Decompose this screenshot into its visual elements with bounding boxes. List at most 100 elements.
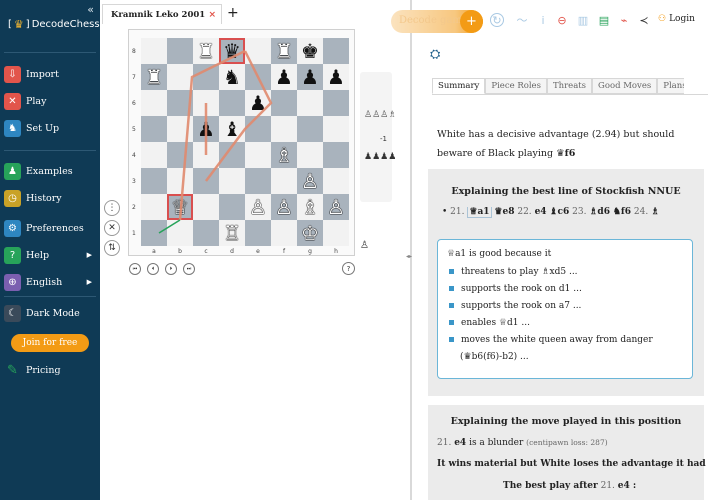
board-square[interactable] [323,220,349,246]
chess-piece[interactable]: ♟ [193,116,219,142]
tab-summary[interactable]: Summary [432,78,486,94]
login-button[interactable]: ⚇ Login [658,14,695,24]
board-square[interactable] [167,116,193,142]
board-square[interactable] [193,90,219,116]
chess-piece[interactable]: ♙ [323,194,349,220]
chess-piece[interactable]: ♙ [297,168,323,194]
move-item[interactable]: e4 [535,207,547,217]
pulse-icon[interactable]: ⌁ [617,13,631,27]
board-square[interactable] [271,220,297,246]
board-square[interactable] [167,142,193,168]
info-icon[interactable]: ⅰ [536,13,550,27]
board-square[interactable] [193,142,219,168]
board-square[interactable] [141,194,167,220]
board-square[interactable] [193,220,219,246]
first-move-button[interactable]: ⏮ [129,263,141,275]
chess-piece[interactable]: ♚ [297,38,323,64]
chess-piece[interactable]: ♜ [271,38,297,64]
board-square[interactable] [167,90,193,116]
chess-piece[interactable]: ♕ [167,194,193,220]
sidebar-item-examples[interactable]: ♟ Examples [4,160,98,182]
refresh-icon[interactable]: ↻ [490,13,504,27]
board-square[interactable] [297,116,323,142]
move-item[interactable]: ♛e8 [494,207,514,217]
sidebar-item-history[interactable]: ◷ History [4,187,98,209]
board-square[interactable] [323,90,349,116]
chess-piece[interactable]: ♝ [219,116,245,142]
flip-board-button[interactable]: ⇅ [104,240,120,256]
board-square[interactable] [245,64,271,90]
best-play-move[interactable]: e4 : [618,481,636,491]
reason-item[interactable]: supports the rook on a7 ... [449,301,581,311]
board-square[interactable] [141,220,167,246]
board-square[interactable] [271,90,297,116]
last-move-button[interactable]: ⏭ [183,263,195,275]
board-square[interactable] [193,168,219,194]
link-icon[interactable]: ⊖ [555,13,569,27]
chess-piece[interactable]: ♔ [297,220,323,246]
bar-chart-icon[interactable]: ▥ [576,13,590,27]
board-square[interactable] [167,168,193,194]
board-square[interactable] [167,220,193,246]
board-square[interactable] [141,38,167,64]
join-free-button[interactable]: Join for free [11,334,89,352]
chess-piece[interactable]: ♜ [141,64,167,90]
board-square[interactable] [141,142,167,168]
chess-piece[interactable]: ♟ [297,64,323,90]
played-move[interactable]: e4 [454,438,466,448]
board-square[interactable] [219,194,245,220]
new-tab-button[interactable]: + [227,5,239,21]
chess-piece[interactable]: ♖ [219,220,245,246]
sidebar-item-pricing[interactable]: ✎ Pricing [4,359,98,381]
board-square[interactable] [245,168,271,194]
reason-item[interactable]: moves the white queen away from danger [449,335,653,345]
sidebar-item-dark-mode[interactable]: ☾ Dark Mode [4,302,98,324]
board-square[interactable] [219,90,245,116]
trend-icon[interactable]: 〜 [515,13,529,27]
board-square[interactable] [167,38,193,64]
sidebar-item-help[interactable]: ? Help ▶ [4,244,98,266]
sidebar-item-play[interactable]: ✕ Play [4,90,98,112]
board-square[interactable] [141,168,167,194]
tab-threats[interactable]: Threats [546,78,593,94]
board-square[interactable] [193,64,219,90]
summary-move[interactable]: f6 [565,148,576,159]
board-square[interactable] [297,90,323,116]
sidebar-item-preferences[interactable]: ⚙ Preferences [4,217,98,239]
decode-game-button[interactable]: Decode game + [391,10,483,33]
board-square[interactable] [193,194,219,220]
prev-move-button[interactable]: ⏴ [147,263,159,275]
brand-logo[interactable]: [ ♛ ] DecodeChess [8,18,100,31]
board-square[interactable] [245,142,271,168]
more-options-button[interactable]: ⋮ [104,200,120,216]
game-tab[interactable]: Kramnik Leko 2001 × [102,4,222,24]
board-square[interactable] [219,142,245,168]
move-item[interactable]: ♗ [651,207,659,217]
board-square[interactable] [271,116,297,142]
sidebar-item-language[interactable]: ⊕ English ▶ [4,271,98,293]
stats-icon[interactable]: ▤ [597,13,611,27]
tab-plans[interactable]: Plans [657,78,685,94]
splitter-handle-icon[interactable]: ◂▸ [406,253,412,260]
share-icon[interactable]: ≺ [637,13,651,27]
panel-splitter[interactable] [410,0,412,500]
board-square[interactable] [245,116,271,142]
chess-piece[interactable]: ♟ [245,90,271,116]
sidebar-item-setup[interactable]: ♞ Set Up [4,117,98,139]
board-square[interactable] [245,38,271,64]
chess-piece[interactable]: ♞ [219,64,245,90]
chess-piece[interactable]: ♗ [297,194,323,220]
board-square[interactable] [323,38,349,64]
chess-piece[interactable]: ♜ [193,38,219,64]
board-square[interactable] [297,142,323,168]
move-item[interactable]: ♞f6 [613,207,631,217]
board-square[interactable] [141,116,167,142]
chess-piece[interactable]: ♙ [271,194,297,220]
sidebar-item-import[interactable]: ⇩ Import [4,63,98,85]
chess-piece[interactable]: ♟ [323,64,349,90]
tab-good-moves[interactable]: Good Moves [592,78,658,94]
move-item[interactable]: ♕a1 [467,207,492,218]
board-square[interactable] [219,168,245,194]
chess-piece[interactable]: ♗ [271,142,297,168]
chess-piece[interactable]: ♟ [271,64,297,90]
